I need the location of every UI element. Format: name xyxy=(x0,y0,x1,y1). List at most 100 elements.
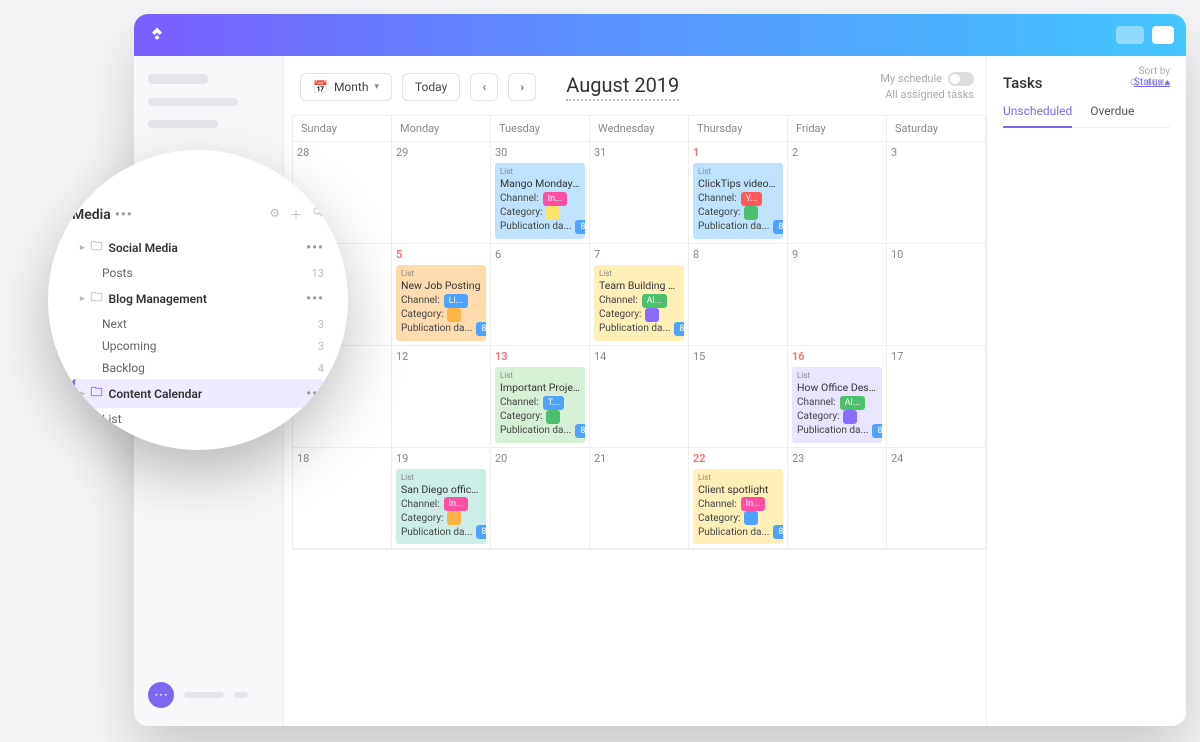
tab-unscheduled[interactable]: Unscheduled xyxy=(1003,104,1072,128)
category-chip xyxy=(447,308,461,322)
more-icon[interactable]: ••• xyxy=(306,240,324,256)
day-cell[interactable]: 20 xyxy=(491,448,590,550)
publication-chip: 8... xyxy=(773,220,783,234)
day-cell[interactable]: 5ListNew Job PostingChannel: Li...Catego… xyxy=(392,244,491,346)
plus-icon[interactable]: ＋ xyxy=(290,206,302,223)
category-chip xyxy=(744,206,758,220)
day-cell[interactable]: 17 xyxy=(887,346,986,448)
chat-launcher[interactable]: ⋯ xyxy=(148,682,248,708)
next-button[interactable]: › xyxy=(508,73,536,101)
day-cell[interactable]: 6 xyxy=(491,244,590,346)
day-cell[interactable]: 2 xyxy=(788,142,887,244)
main: 📅 Month ▾ Today ‹ › August 2019 My sched… xyxy=(284,56,1186,726)
my-schedule-toggle[interactable]: My schedule All assigned tasks xyxy=(880,72,974,103)
folder-row[interactable]: ▸🗀Social Media••• xyxy=(72,233,324,262)
list-row[interactable]: Next3 xyxy=(72,313,324,335)
day-cell[interactable]: 19ListSan Diego office tourChannel: In..… xyxy=(392,448,491,550)
day-cell[interactable]: 16ListHow Office Design imChannel: Al...… xyxy=(788,346,887,448)
folder-row[interactable]: ▸🗀Blog Management••• xyxy=(72,284,324,313)
list-row[interactable]: Backlog4 xyxy=(72,357,324,379)
day-cell[interactable]: 13ListImportant Project ManChannel: T...… xyxy=(491,346,590,448)
chat-skeleton xyxy=(184,692,224,698)
day-cell[interactable]: 3 xyxy=(887,142,986,244)
event-list-label: List xyxy=(698,167,778,178)
calendar-event[interactable]: ListHow Office Design imChannel: Al...Ca… xyxy=(792,367,882,443)
event-list-label: List xyxy=(500,371,580,382)
day-number: 7 xyxy=(594,248,684,261)
tasks-tabs: Unscheduled Overdue xyxy=(1003,104,1170,128)
more-icon[interactable]: ••• xyxy=(115,207,133,223)
day-number: 30 xyxy=(495,146,585,159)
topbar-pill-2[interactable] xyxy=(1152,26,1174,44)
folder-name: Social Media xyxy=(109,241,178,255)
day-cell[interactable]: 29 xyxy=(392,142,491,244)
event-title: Mango Monday new e xyxy=(500,177,580,191)
category-chip xyxy=(447,511,461,525)
publication-chip: 8... xyxy=(575,220,585,234)
day-cell[interactable]: 7 ListTeam Building ActivitiChannel: Al..… xyxy=(590,244,689,346)
day-cell[interactable]: 24 xyxy=(887,448,986,550)
list-row[interactable]: Upcoming3 xyxy=(72,335,324,357)
day-header: Saturday xyxy=(887,116,986,142)
channel-chip: In... xyxy=(444,497,469,511)
category-chip xyxy=(546,206,560,220)
day-cell[interactable]: 22 ListClient spotlightChannel: In...Cate… xyxy=(689,448,788,550)
folder-row[interactable]: ▸🗀Content Calendar••• xyxy=(72,379,324,408)
day-cell[interactable]: 21 xyxy=(590,448,689,550)
day-cell[interactable]: 10 xyxy=(887,244,986,346)
gear-icon[interactable]: ⚙ xyxy=(269,206,280,223)
day-number: 29 xyxy=(396,146,486,159)
tasks-title: Tasks xyxy=(1003,74,1043,92)
folder-icon: 🗀 xyxy=(91,383,103,404)
day-number: 21 xyxy=(594,452,684,465)
caret-icon: ▸ xyxy=(80,389,85,399)
calendar-event[interactable]: ListMango Monday new eChannel: In...Cate… xyxy=(495,163,585,239)
category-chip xyxy=(843,410,857,424)
event-title: Important Project Man xyxy=(500,381,580,395)
day-header: Friday xyxy=(788,116,887,142)
calendar-event[interactable]: ListNew Job PostingChannel: Li...Categor… xyxy=(396,265,486,341)
day-cell[interactable]: 30 ListMango Monday new eChannel: In...Ca… xyxy=(491,142,590,244)
channel-chip: In... xyxy=(543,192,568,206)
calendar-grid: SundayMondayTuesdayWednesdayThursdayFrid… xyxy=(292,115,986,551)
calendar-title[interactable]: August 2019 xyxy=(566,73,679,101)
chevron-right-icon: › xyxy=(520,80,524,94)
calendar-area: 📅 Month ▾ Today ‹ › August 2019 My sched… xyxy=(284,56,986,726)
category-chip xyxy=(645,308,659,322)
topbar-pill-1[interactable] xyxy=(1116,26,1144,44)
calendar-event[interactable]: ListImportant Project ManChannel: T...Ca… xyxy=(495,367,585,443)
calendar-event[interactable]: ListClickTips video - InboChannel: Y...C… xyxy=(693,163,783,239)
day-cell[interactable]: 12 xyxy=(392,346,491,448)
app-logo[interactable] xyxy=(146,24,168,46)
sidebar-skeleton xyxy=(148,120,218,128)
day-cell[interactable]: 31 xyxy=(590,142,689,244)
day-number: 10 xyxy=(891,248,981,261)
day-cell[interactable]: 14 xyxy=(590,346,689,448)
folder-icon: 🗀 xyxy=(91,288,103,309)
topbar-actions xyxy=(1116,26,1174,44)
day-number: 18 xyxy=(297,452,387,465)
toggle-icon xyxy=(948,72,974,86)
day-cell[interactable]: 15 xyxy=(689,346,788,448)
calendar-event[interactable]: ListTeam Building ActivitiChannel: Al...… xyxy=(594,265,684,341)
prev-button[interactable]: ‹ xyxy=(470,73,498,101)
calendar-event[interactable]: ListSan Diego office tourChannel: In...C… xyxy=(396,469,486,545)
space-title[interactable]: Media ••• xyxy=(72,207,133,223)
tab-overdue[interactable]: Overdue xyxy=(1090,104,1134,127)
day-cell[interactable]: 8 xyxy=(689,244,788,346)
event-list-label: List xyxy=(401,473,481,484)
day-cell[interactable]: 9 xyxy=(788,244,887,346)
more-icon[interactable]: ••• xyxy=(306,291,324,307)
day-cell[interactable]: 23 xyxy=(788,448,887,550)
calendar-event[interactable]: ListClient spotlightChannel: In...Catego… xyxy=(693,469,783,545)
day-cell[interactable]: 1ListClickTips video - InboChannel: Y...… xyxy=(689,142,788,244)
day-number: 22 xyxy=(693,452,783,465)
today-button[interactable]: Today xyxy=(402,73,460,101)
day-number: 31 xyxy=(594,146,684,159)
event-list-label: List xyxy=(698,473,778,484)
day-cell[interactable]: 18 xyxy=(293,448,392,550)
view-mode-dropdown[interactable]: 📅 Month ▾ xyxy=(300,73,392,101)
list-row[interactable]: Posts13 xyxy=(72,262,324,284)
category-chip xyxy=(744,511,758,525)
day-number: 3 xyxy=(891,146,981,159)
